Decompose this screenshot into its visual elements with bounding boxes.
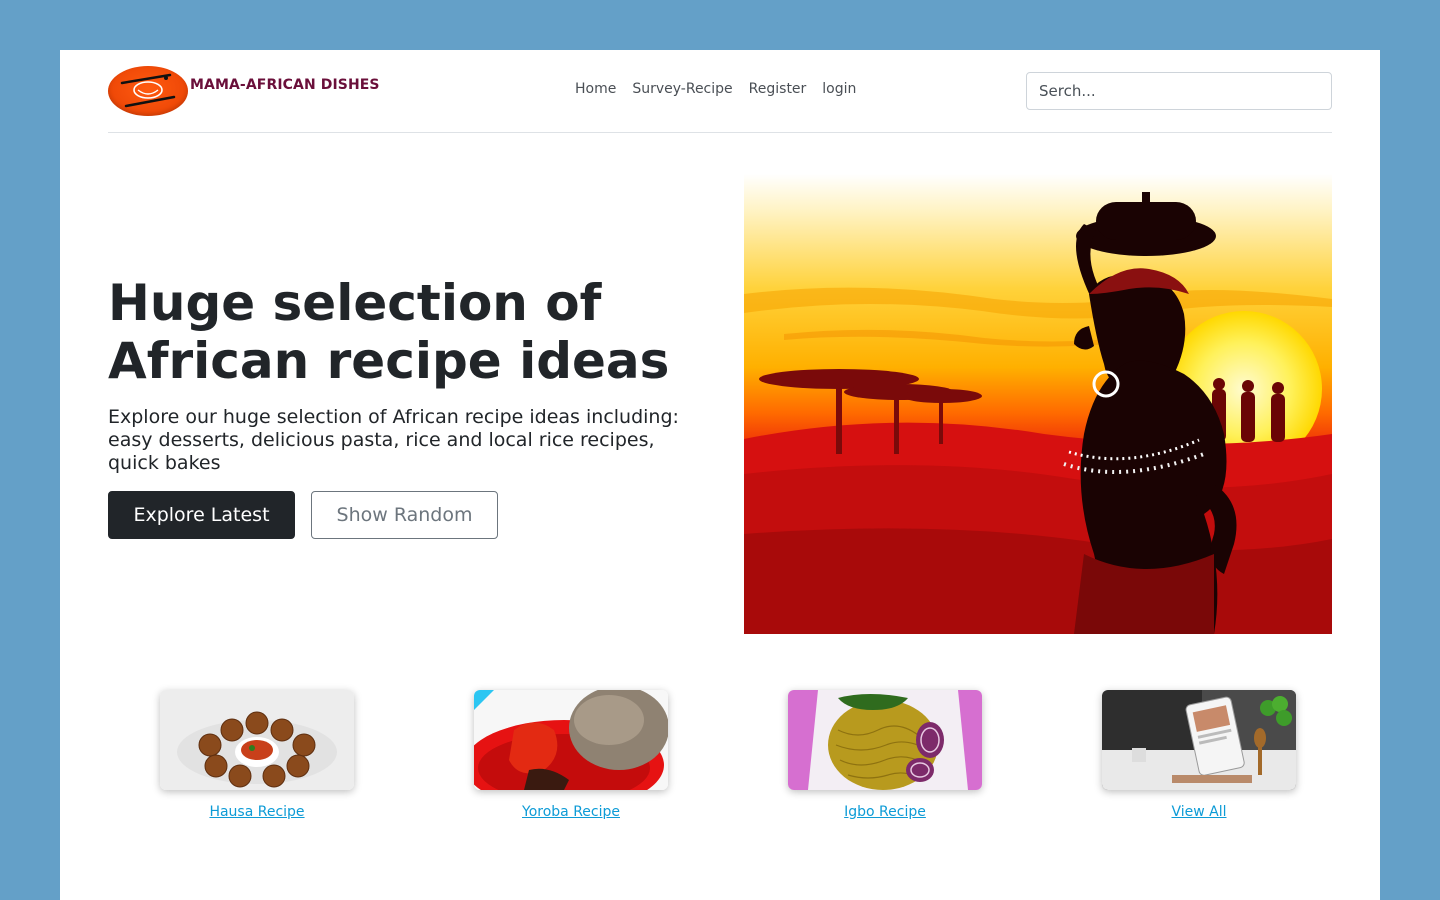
igbo-recipe-image[interactable] [788,690,982,790]
hausa-recipe-image[interactable] [160,690,354,790]
hero-title: Huge selection of African recipe ideas [108,274,670,390]
yoroba-recipe-image[interactable] [474,690,668,790]
hero-image [744,174,1332,634]
hausa-recipe-link[interactable]: Hausa Recipe [209,804,304,820]
search-input[interactable] [1026,72,1332,110]
brand-name: MAMA-AFRICAN DISHES [190,77,380,93]
category-card-hausa: Hausa Recipe [127,690,387,820]
nav-home[interactable]: Home [575,81,616,97]
page-container: MAMA-AFRICAN DISHES Home Survey-Recipe R… [60,50,1380,900]
view-all-link[interactable]: View All [1171,804,1226,820]
explore-latest-button[interactable]: Explore Latest [108,491,295,539]
hero-description: Explore our huge selection of African re… [108,406,679,474]
nav-survey-recipe[interactable]: Survey-Recipe [632,81,732,97]
igbo-recipe-link[interactable]: Igbo Recipe [844,804,926,820]
site-header: MAMA-AFRICAN DISHES Home Survey-Recipe R… [108,50,1332,133]
category-card-view-all: View All [1069,690,1329,820]
chef-logo-icon [108,66,188,116]
main-nav: Home Survey-Recipe Register login [575,81,856,97]
nav-register[interactable]: Register [749,81,807,97]
brand[interactable]: MAMA-AFRICAN DISHES [108,66,380,118]
category-card-yoroba: Yoroba Recipe [441,690,701,820]
nav-login[interactable]: login [822,81,856,97]
view-all-image[interactable] [1102,690,1296,790]
show-random-button[interactable]: Show Random [311,491,498,539]
category-card-igbo: Igbo Recipe [755,690,1015,820]
yoroba-recipe-link[interactable]: Yoroba Recipe [522,804,620,820]
